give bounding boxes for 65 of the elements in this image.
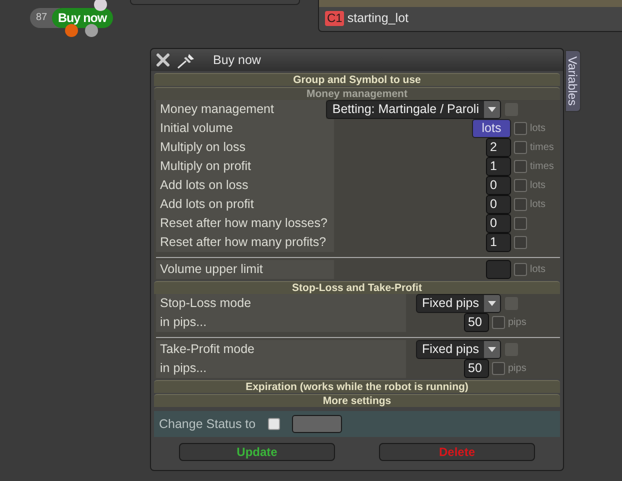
dropdown[interactable]: Fixed pips [416, 340, 501, 359]
checkbox[interactable] [514, 198, 527, 211]
unit-label: times [530, 161, 554, 172]
window-title: Buy now [213, 52, 261, 69]
section-header[interactable]: More settings [154, 394, 560, 407]
caret-icon [484, 341, 500, 358]
field-label: Initial volume [160, 120, 233, 138]
dropdown[interactable]: Fixed pips [416, 294, 501, 313]
field-label: in pips... [160, 360, 207, 378]
port-icon [94, 0, 107, 11]
checkbox[interactable] [514, 141, 527, 154]
checkbox[interactable] [514, 179, 527, 192]
number-field[interactable]: 50 [464, 359, 489, 378]
field-label: Add lots on profit [160, 196, 254, 214]
section-header[interactable]: Stop-Loss and Take-Profit [154, 281, 560, 294]
field-label: Money management [160, 101, 274, 118]
field-label: Take-Profit mode [160, 341, 254, 358]
constant-badge: C1 [325, 10, 344, 26]
status-field[interactable] [292, 415, 342, 433]
status-checkbox[interactable] [268, 418, 280, 430]
checkbox[interactable] [514, 263, 527, 276]
variables-tab[interactable]: Variables [565, 50, 581, 112]
checkbox[interactable] [514, 160, 527, 173]
close-icon[interactable] [155, 52, 171, 68]
caret-icon [484, 295, 500, 312]
unit-label: pips [508, 363, 526, 374]
dropdown[interactable]: Betting: Martingale / Paroli [326, 100, 501, 119]
node-label[interactable]: Buy now [52, 8, 113, 28]
status-label: Change Status to [159, 416, 256, 433]
checkbox[interactable] [492, 316, 505, 329]
port-icon [85, 24, 98, 37]
field-label: Volume upper limit [160, 261, 263, 278]
checkbox[interactable] [514, 122, 527, 135]
unit-label: lots [530, 123, 546, 134]
unit-label: lots [530, 199, 546, 210]
number-field[interactable]: 0 [486, 176, 511, 195]
number-field[interactable]: 1 [486, 157, 511, 176]
number-field[interactable]: 0 [486, 195, 511, 214]
field-label: Multiply on profit [160, 158, 252, 176]
checkbox[interactable] [514, 236, 527, 249]
field-label: Multiply on loss [160, 139, 246, 156]
checkbox[interactable] [492, 362, 505, 375]
unit-button[interactable]: lots [472, 119, 511, 138]
unit-label: lots [530, 264, 546, 275]
field-label: Reset after how many losses? [160, 215, 328, 232]
field-label: Reset after how many profits? [160, 234, 326, 252]
section-header[interactable]: Expiration (works while the robot is running) [154, 380, 560, 393]
number-field[interactable] [486, 260, 511, 279]
constant-name[interactable]: starting_lot [347, 9, 408, 28]
number-field[interactable]: 1 [486, 233, 511, 252]
unit-label: lots [530, 180, 546, 191]
update-button[interactable]: Update [179, 443, 335, 461]
section-header[interactable]: Group and Symbol to use [154, 73, 560, 86]
checkbox[interactable] [514, 217, 527, 230]
pin-icon[interactable] [177, 51, 197, 69]
number-field[interactable]: 50 [464, 313, 489, 332]
unit-label: times [530, 142, 554, 153]
field-label: in pips... [160, 314, 207, 332]
number-field[interactable]: 0 [486, 214, 511, 233]
number-field[interactable]: 2 [486, 138, 511, 157]
caret-icon [484, 101, 500, 118]
unit-label: pips [508, 317, 526, 328]
port-icon [65, 24, 78, 37]
field-label: Stop-Loss mode [160, 295, 252, 312]
field-label: Add lots on loss [160, 177, 248, 194]
